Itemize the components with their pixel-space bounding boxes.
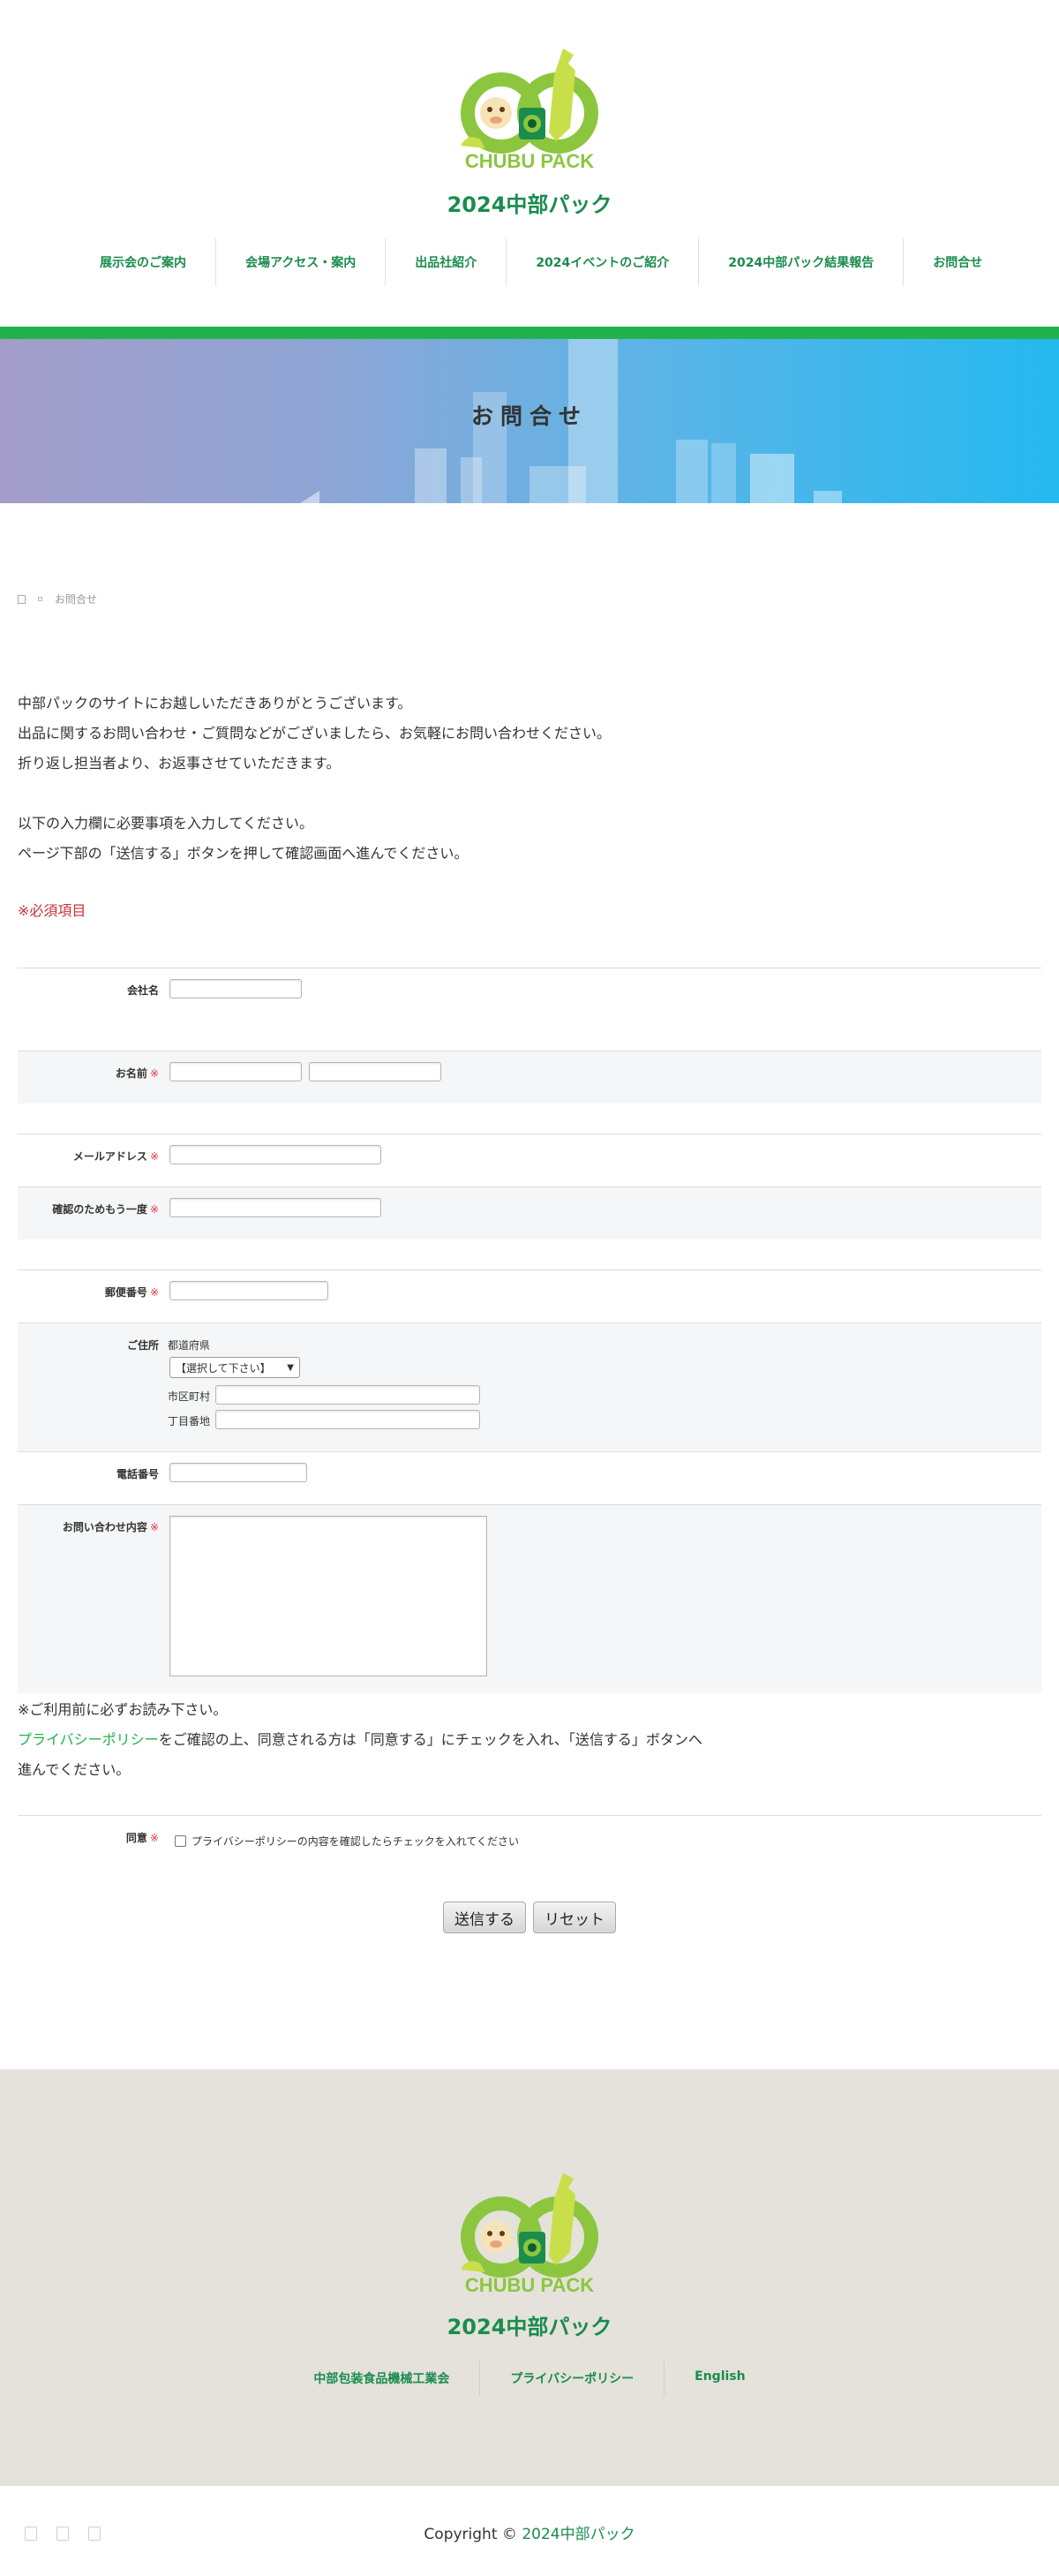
message-textarea[interactable]: [169, 1516, 487, 1676]
form-row-phone: 電話番号: [18, 1451, 1041, 1504]
copyright: Copyright © 2024中部パック: [0, 2521, 1059, 2543]
footer-title[interactable]: 2024中部パック: [0, 2309, 1059, 2340]
first-name-input[interactable]: [309, 1062, 441, 1081]
street-label: 丁目番地: [168, 1415, 211, 1427]
main-nav: 展示会のご案内 会場アクセス・案内 出品社紹介 2024イベントのご紹介 202…: [71, 238, 988, 286]
email-label: メールアドレス ※: [72, 1150, 159, 1163]
required-note: ※必須項目: [18, 902, 86, 919]
city-input[interactable]: [215, 1385, 480, 1405]
intro-line: 折り返し担当者より、お返事させていただきます。: [18, 755, 341, 772]
copyright-prefix: Copyright ©: [424, 2526, 517, 2543]
copyright-site-link[interactable]: 2024中部パック: [522, 2526, 635, 2543]
page-hero: お問合せ: [0, 339, 1059, 503]
header-divider: [0, 327, 1059, 339]
footer-logo[interactable]: CHUBU PACK: [450, 2168, 609, 2305]
home-icon[interactable]: [18, 594, 26, 604]
company-label: 会社名: [126, 984, 159, 997]
email-input[interactable]: [169, 1145, 381, 1164]
footer-link-privacy[interactable]: プライバシーポリシー: [480, 2361, 665, 2396]
message-label: お問い合わせ内容 ※: [62, 1521, 159, 1533]
privacy-notice: ※ご利用前に必ずお読み下さい。 プライバシーポリシーをご確認の上、同意される方は…: [18, 1695, 702, 1785]
chevron-down-icon: ▼: [287, 1362, 294, 1373]
footer-nav: 中部包装食品機械工業会 プライバシーポリシー English: [0, 2361, 1059, 2396]
city-label: 市区町村: [168, 1390, 211, 1403]
address-label: ご住所: [126, 1339, 159, 1352]
company-input[interactable]: [169, 979, 302, 998]
agree-checkbox-group[interactable]: プライバシーポリシーの内容を確認したらチェックを入れてください: [175, 1834, 519, 1849]
form-row-company: 会社名: [18, 968, 1041, 1051]
zip-input[interactable]: [169, 1281, 328, 1300]
intro-text: 中部パックのサイトにお越しいただきありがとうございます。 出品に関するお問い合わ…: [18, 689, 611, 869]
email-confirm-input[interactable]: [169, 1198, 381, 1217]
intro-line: 中部パックのサイトにお越しいただきありがとうございます。: [18, 695, 412, 712]
nav-item-events[interactable]: 2024イベントのご紹介: [507, 238, 700, 286]
site-title[interactable]: 2024中部パック: [0, 187, 1059, 218]
privacy-line: ※ご利用前に必ずお読み下さい。: [18, 1701, 228, 1718]
privacy-line: プライバシーポリシーをご確認の上、同意される方は「同意する」にチェックを入れ、「…: [18, 1731, 702, 1748]
form-row-email: メールアドレス ※: [18, 1134, 1041, 1186]
form-row-name: お名前 ※: [18, 1051, 1041, 1103]
form-row-address: ご住所 都道府県 【選択して下さい】 ▼ 市区町村 丁目番地: [18, 1322, 1041, 1451]
page-title: お問合せ: [470, 403, 588, 429]
email-confirm-label: 確認のためもう一度 ※: [52, 1203, 159, 1216]
logo-text: CHUBU PACK: [464, 150, 595, 172]
privacy-line: 進んでください。: [18, 1761, 131, 1778]
breadcrumb: お問合せ: [18, 591, 97, 606]
zip-label: 郵便番号 ※: [104, 1286, 159, 1299]
form-spacer: [18, 1103, 1041, 1134]
form-row-agree: 同意 ※ プライバシーポリシーの内容を確認したらチェックを入れてください: [18, 1815, 1041, 1859]
footer-link-association[interactable]: 中部包装食品機械工業会: [283, 2361, 481, 2396]
nav-item-access[interactable]: 会場アクセス・案内: [216, 238, 387, 286]
reset-button[interactable]: リセット: [533, 1902, 616, 1933]
last-name-input[interactable]: [169, 1062, 302, 1081]
submit-button[interactable]: 送信する: [443, 1902, 526, 1933]
street-input[interactable]: [215, 1410, 480, 1429]
prefecture-select[interactable]: 【選択して下さい】 ▼: [169, 1357, 300, 1378]
chevron-right-icon: [38, 597, 42, 601]
nav-item-results[interactable]: 2024中部パック結果報告: [699, 238, 905, 286]
footer: CHUBU PACK 2024中部パック 中部包装食品機械工業会 プライバシーポ…: [0, 2069, 1059, 2486]
nav-item-contact[interactable]: お問合せ: [904, 238, 1011, 286]
prefecture-selected: 【選択して下さい】: [176, 1361, 271, 1375]
prefecture-label: 都道府県: [168, 1339, 211, 1352]
breadcrumb-current: お問合せ: [55, 593, 98, 606]
name-label: お名前 ※: [115, 1067, 159, 1080]
intro-line: [18, 779, 611, 809]
intro-line: ページ下部の「送信する」ボタンを押して確認画面へ進んでください。: [18, 845, 469, 862]
footer-logo-text: CHUBU PACK: [464, 2274, 595, 2296]
phone-label: 電話番号: [116, 1468, 159, 1480]
privacy-policy-link[interactable]: プライバシーポリシー: [18, 1731, 159, 1748]
form-row-zip: 郵便番号 ※: [18, 1269, 1041, 1322]
phone-input[interactable]: [169, 1463, 307, 1482]
site-logo[interactable]: CHUBU PACK: [450, 44, 609, 181]
agree-checkbox[interactable]: [175, 1835, 186, 1847]
nav-item-exhibition[interactable]: 展示会のご案内: [71, 238, 216, 286]
nav-item-exhibitors[interactable]: 出品社紹介: [386, 238, 507, 286]
form-row-message: お問い合わせ内容 ※: [18, 1504, 1041, 1693]
intro-line: 出品に関するお問い合わせ・ご質問などがございましたら、お気軽にお問い合わせくださ…: [18, 725, 612, 742]
footer-link-english[interactable]: English: [665, 2361, 775, 2396]
agree-checkbox-text: プライバシーポリシーの内容を確認したらチェックを入れてください: [192, 1835, 520, 1848]
agree-label: 同意 ※: [125, 1832, 159, 1844]
form-row-email-confirm: 確認のためもう一度 ※: [18, 1186, 1041, 1239]
intro-line: 以下の入力欄に必要事項を入力してください。: [18, 815, 314, 832]
